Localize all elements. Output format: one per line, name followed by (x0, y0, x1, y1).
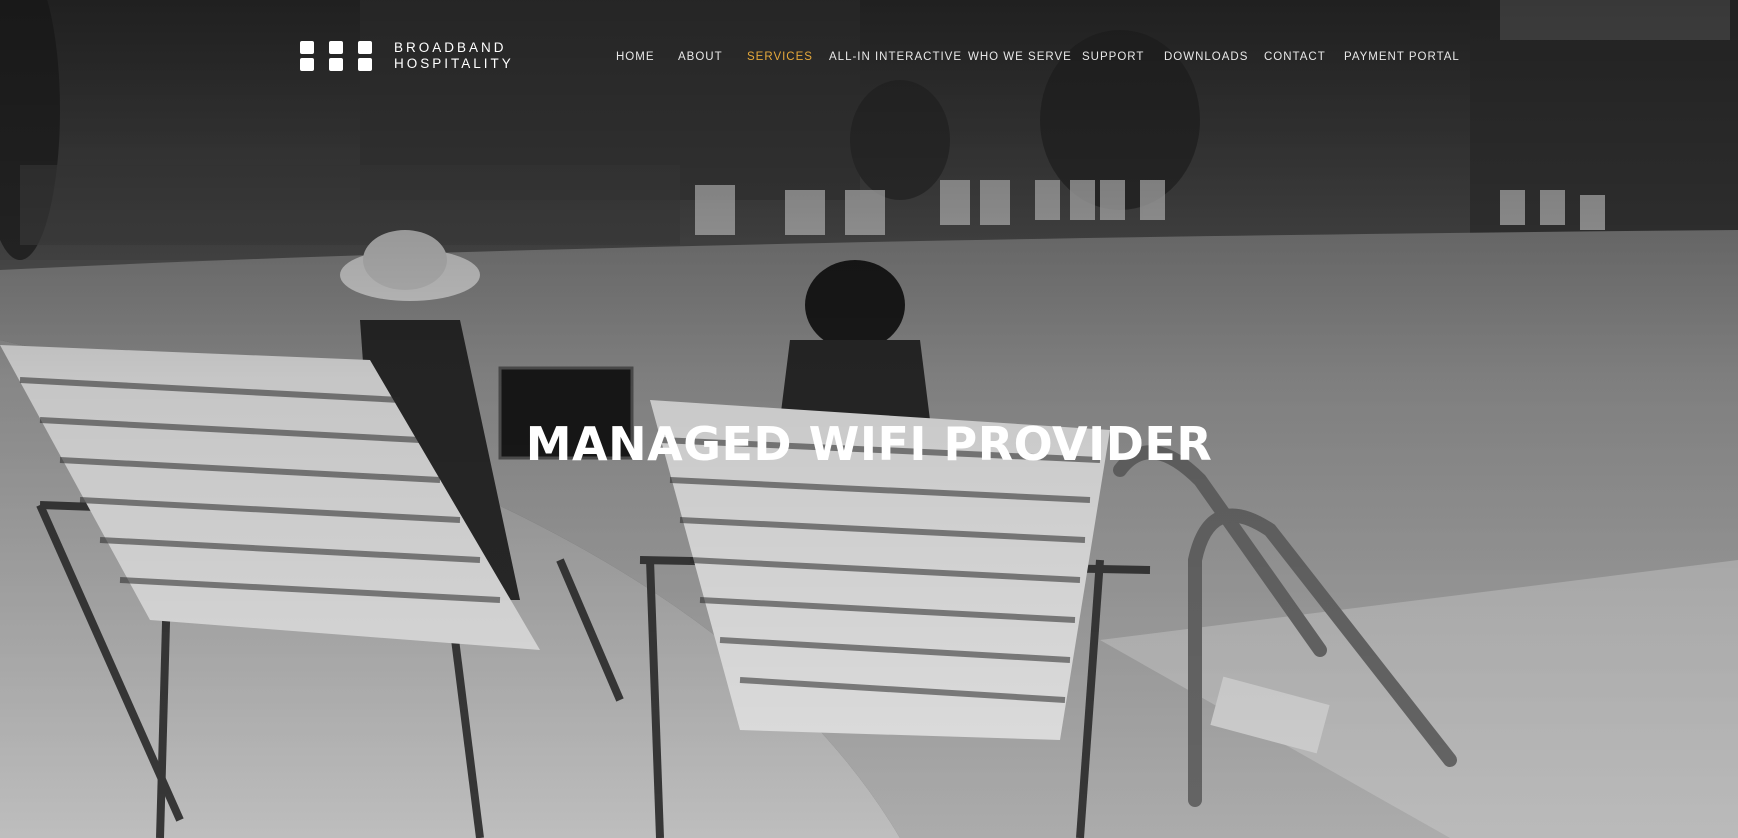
nav-item-contact[interactable]: CONTACT (1264, 51, 1326, 63)
nav-item-about[interactable]: ABOUT (678, 51, 723, 63)
nav-item-payment-portal[interactable]: PAYMENT PORTAL (1344, 51, 1460, 63)
nav-item-services[interactable]: SERVICES (747, 51, 813, 63)
nav-item-home[interactable]: HOME (616, 51, 655, 63)
main-nav: HOME ABOUT SERVICES ALL-IN INTERACTIVE W… (0, 51, 1738, 67)
hero-headline: MANAGED WIFI PROVIDER (525, 416, 1213, 471)
nav-item-all-in-interactive[interactable]: ALL-IN INTERACTIVE (829, 51, 962, 63)
nav-item-who-we-serve[interactable]: WHO WE SERVE (968, 51, 1072, 63)
nav-item-support[interactable]: SUPPORT (1082, 51, 1144, 63)
nav-item-downloads[interactable]: DOWNLOADS (1164, 51, 1248, 63)
